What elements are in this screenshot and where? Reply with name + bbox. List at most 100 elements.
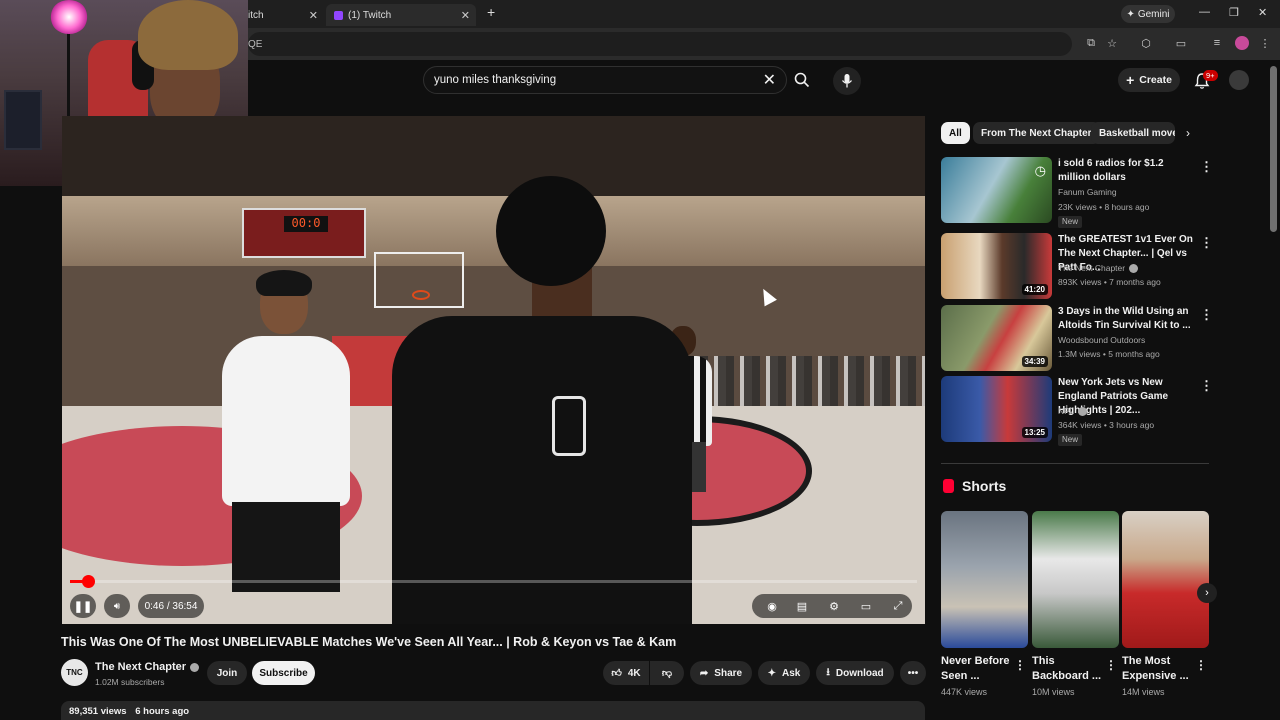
video-thumbnail[interactable]: 41:20 (941, 233, 1052, 299)
browser-tab[interactable]: itch ✕ (248, 4, 318, 26)
create-button[interactable]: + Create (1118, 68, 1180, 92)
search-icon (794, 72, 810, 88)
video-thumbnail[interactable]: 13:25 (941, 376, 1052, 442)
new-badge: New (1058, 434, 1083, 446)
theater-mode-icon[interactable]: ▭ (858, 598, 874, 614)
close-tab-icon[interactable]: ✕ (309, 9, 318, 22)
share-label: Share (714, 667, 743, 679)
recommendation-channel[interactable]: Woodsbound Outdoors (1058, 335, 1145, 345)
bucket-hat (138, 0, 238, 70)
short-item[interactable]: Never Before Seen ... ⋮ 447K views (941, 511, 1028, 697)
voice-search-button[interactable] (833, 67, 861, 95)
short-thumbnail[interactable] (1032, 511, 1119, 648)
subscribe-button[interactable]: Subscribe (252, 661, 315, 685)
more-vertical-icon[interactable]: ⋮ (1195, 658, 1207, 672)
cast-icon[interactable]: ⧉ (1084, 36, 1098, 50)
description-box[interactable]: 89,351 views 6 hours ago (61, 701, 925, 720)
short-thumbnail[interactable] (941, 511, 1028, 648)
autoplay-toggle-icon[interactable]: ◉ (764, 598, 780, 614)
ring-light (50, 0, 88, 34)
short-thumbnail[interactable] (1122, 511, 1209, 648)
page-scrollbar[interactable] (1270, 66, 1277, 232)
chevron-right-icon[interactable]: › (1186, 126, 1190, 140)
subtitles-icon[interactable]: ▤ (794, 598, 810, 614)
recommendation-item[interactable]: 41:20 The GREATEST 1v1 Ever On The Next … (941, 233, 1213, 299)
browser-tab-active[interactable]: (1) Twitch ✕ (326, 4, 476, 26)
video-player[interactable]: 00:0 ❚❚ 🔊︎ 0:46 / 36:54 ◉ ▤ ⚙ ▭ ⤢ (62, 116, 925, 624)
account-avatar[interactable] (1229, 70, 1249, 90)
scrubber-handle[interactable] (82, 575, 96, 588)
more-vertical-icon[interactable]: ⋮ (1200, 378, 1213, 394)
channel-avatar[interactable]: TNC (61, 659, 88, 686)
chip-all[interactable]: All (941, 122, 970, 144)
scoreboard-time: 00:0 (284, 216, 328, 232)
share-button[interactable]: ➦ Share (690, 661, 752, 685)
close-window-icon[interactable]: ✕ (1258, 6, 1267, 19)
chevron-right-icon: › (1205, 587, 1209, 599)
settings-gear-icon[interactable]: ⚙ (826, 598, 842, 614)
recommendation-channel[interactable]: Fanum Gaming (1058, 187, 1117, 197)
video-thumbnail[interactable]: 34:39 (941, 305, 1052, 371)
join-button[interactable]: Join (207, 661, 247, 685)
player-white-shirt (222, 270, 350, 624)
download-button[interactable]: ⭳ Download (816, 661, 894, 685)
short-title[interactable]: The Most Expensive ... (1122, 654, 1197, 684)
recommendation-channel[interactable]: NFL (1058, 406, 1088, 417)
short-views: 14M views (1122, 687, 1165, 697)
recommendation-item[interactable]: 34:39 3 Days in the Wild Using an Altoid… (941, 305, 1213, 371)
more-vertical-icon[interactable]: ⋮ (1200, 159, 1213, 175)
maximize-icon[interactable]: ❐ (1229, 6, 1239, 19)
view-count: 89,351 views (69, 706, 127, 717)
channel-text: NFL (1058, 406, 1075, 416)
bookmark-star-icon[interactable]: ☆ (1105, 36, 1119, 50)
more-vertical-icon[interactable]: ⋮ (1200, 235, 1213, 251)
shorts-next-button[interactable]: › (1197, 583, 1217, 603)
close-tab-icon[interactable]: ✕ (461, 9, 470, 22)
recommendation-channel[interactable]: The Next Chapter (1058, 263, 1139, 274)
more-vertical-icon[interactable]: ⋮ (1014, 658, 1026, 672)
extensions-icon[interactable]: ⬡ (1139, 36, 1153, 50)
more-vertical-icon[interactable]: ⋮ (1105, 658, 1117, 672)
new-tab-button[interactable]: + (487, 4, 495, 20)
chip-from-the-next-chapter[interactable]: From The Next Chapter (973, 122, 1100, 144)
video-thumbnail[interactable]: ◷ (941, 157, 1052, 223)
url-text: QE (248, 38, 263, 50)
search-box[interactable]: ✕ (423, 66, 787, 94)
ask-label: Ask (782, 667, 801, 679)
thumbs-up-icon: 👍︎ (611, 668, 622, 679)
ask-button[interactable]: ✦ Ask (758, 661, 810, 685)
volume-button[interactable]: 🔊︎ (104, 594, 130, 618)
more-actions-button[interactable]: ••• (900, 661, 926, 685)
pause-button[interactable]: ❚❚ (70, 594, 96, 618)
gemini-button[interactable]: ✦ Gemini (1121, 5, 1175, 23)
short-item[interactable]: This Backboard ... ⋮ 10M views (1032, 511, 1119, 697)
progress-bar[interactable] (70, 575, 917, 588)
short-title[interactable]: Never Before Seen ... (941, 654, 1016, 684)
like-button[interactable]: 👍︎ 4K (603, 661, 649, 685)
search-input[interactable] (424, 74, 744, 86)
url-field[interactable]: QE (248, 32, 1072, 56)
minimize-icon[interactable]: — (1199, 6, 1210, 18)
search-button[interactable] (787, 66, 817, 94)
chip-basketball-moves[interactable]: Basketball moves (1091, 122, 1175, 144)
upload-date: 6 hours ago (135, 706, 190, 717)
browser-menu-icon[interactable]: ⋮ (1258, 36, 1272, 50)
fullscreen-icon[interactable]: ⤢ (890, 598, 906, 614)
short-title[interactable]: This Backboard ... (1032, 654, 1107, 684)
time-display: 0:46 / 36:54 (138, 594, 204, 618)
channel-name[interactable]: The Next Chapter (95, 661, 200, 673)
profile-avatar[interactable] (1235, 36, 1249, 50)
clear-search-icon[interactable]: ✕ (763, 70, 776, 90)
media-controls-icon[interactable]: ≡ (1210, 36, 1224, 50)
channel-text: The Next Chapter (1058, 263, 1126, 273)
dislike-button[interactable]: 👎︎ (650, 661, 684, 685)
short-item[interactable]: The Most Expensive ... ⋮ 14M views (1122, 511, 1209, 697)
recommendation-item[interactable]: ◷ i sold 6 radios for $1.2 million dolla… (941, 157, 1213, 228)
recommendation-title[interactable]: i sold 6 radios for $1.2 million dollars (1058, 157, 1198, 185)
more-vertical-icon[interactable]: ⋮ (1200, 307, 1213, 323)
side-panel-icon[interactable]: ▭ (1174, 36, 1188, 50)
recommendation-title[interactable]: 3 Days in the Wild Using an Altoids Tin … (1058, 305, 1198, 333)
recommendation-item[interactable]: 13:25 New York Jets vs New England Patri… (941, 376, 1213, 446)
more-horizontal-icon: ••• (907, 667, 919, 679)
short-views: 447K views (941, 687, 988, 697)
